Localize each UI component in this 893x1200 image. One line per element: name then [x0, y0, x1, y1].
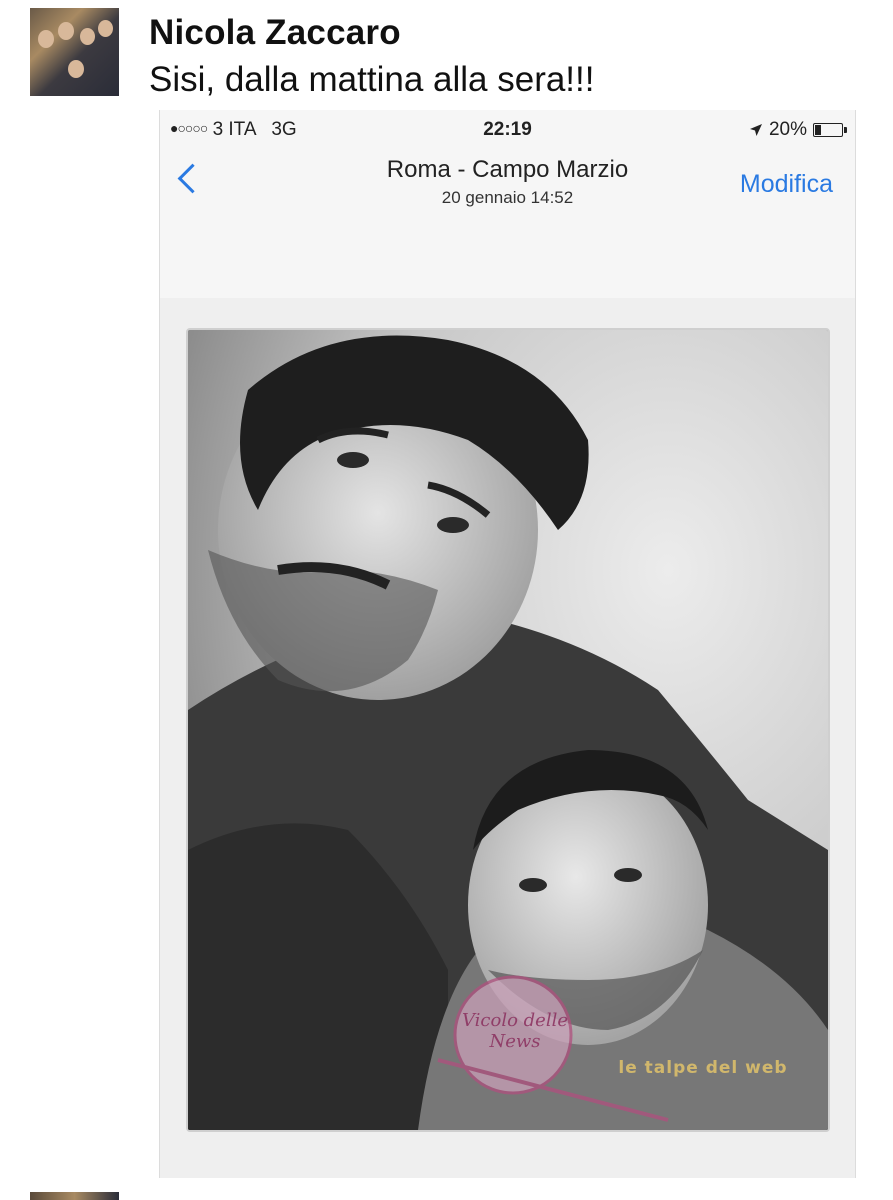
photo-viewer: Vicolo delle News le talpe del web [160, 298, 855, 1178]
author-name[interactable]: Nicola Zaccaro [149, 13, 401, 53]
watermark-left-text: Vicolo delle News [461, 1010, 568, 1052]
battery-status: 20% [749, 119, 847, 141]
location-arrow-icon [749, 124, 762, 136]
battery-percent: 20% [768, 119, 807, 140]
battery-icon [813, 123, 847, 137]
selfie-photo[interactable]: Vicolo delle News le talpe del web [186, 328, 830, 1132]
edit-button[interactable]: Modifica [740, 170, 833, 199]
comment-text: Sisi, dalla mattina alla sera!!! [149, 60, 595, 99]
photo-nav-bar: Roma - Campo Marzio 20 gennaio 14:52 Mod… [160, 150, 855, 220]
watermark-right-text: le talpe del web [618, 1058, 788, 1078]
ios-status-bar: ●○○○○ 3 ITA 3G 22:19 20% [160, 110, 855, 150]
next-comment-avatar[interactable] [30, 1192, 119, 1200]
shared-screenshot[interactable]: ●○○○○ 3 ITA 3G 22:19 20% Roma - Campo Ma… [159, 110, 856, 1178]
author-avatar[interactable] [30, 8, 119, 96]
